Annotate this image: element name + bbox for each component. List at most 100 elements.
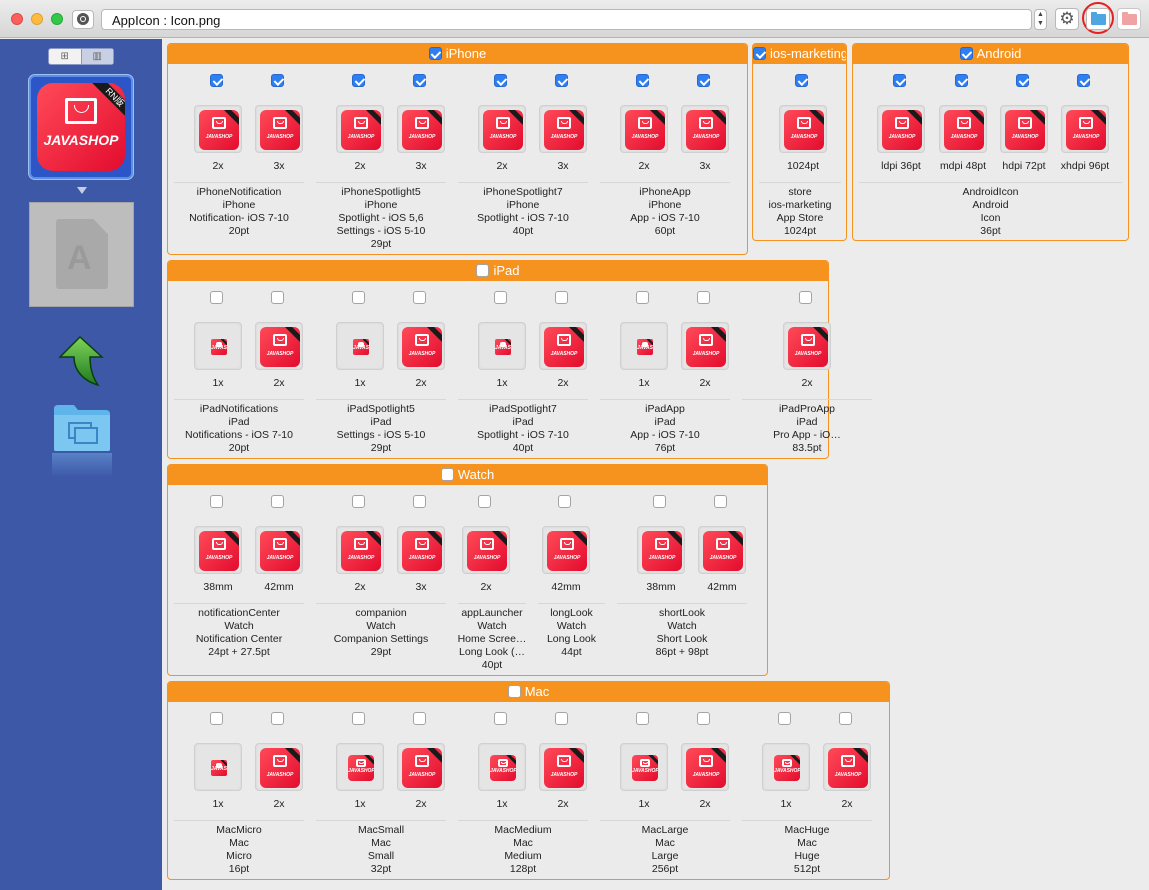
- slot-checkbox[interactable]: [413, 291, 426, 304]
- icon-slot[interactable]: JAVASHOP 2x: [334, 495, 386, 595]
- icon-thumbnail[interactable]: JAVASHOP: [698, 526, 746, 574]
- icon-thumbnail[interactable]: JAVASHOP: [939, 105, 987, 153]
- icon-thumbnail[interactable]: JAVASHOP: [194, 526, 242, 574]
- slot-checkbox[interactable]: [799, 291, 812, 304]
- icon-slot[interactable]: JAVASHOP 1x: [760, 712, 812, 812]
- icon-thumbnail[interactable]: JAVASHOP: [478, 322, 526, 370]
- slot-checkbox[interactable]: [494, 74, 507, 87]
- section-checkbox[interactable]: [440, 468, 454, 481]
- icon-slot[interactable]: JAVASHOP 2x: [781, 291, 833, 391]
- icon-slot[interactable]: JAVASHOP 3x: [253, 74, 305, 174]
- icon-slot[interactable]: JAVASHOP 2x: [821, 712, 873, 812]
- icon-slot[interactable]: JAVASHOP 2x: [679, 291, 731, 391]
- icon-thumbnail[interactable]: JAVASHOP: [336, 105, 384, 153]
- slot-checkbox[interactable]: [478, 495, 491, 508]
- icon-slot[interactable]: JAVASHOP 2x: [460, 495, 512, 595]
- icon-slot[interactable]: JAVASHOP 1024pt: [777, 74, 829, 174]
- secondary-folder-button[interactable]: [1117, 8, 1141, 30]
- icon-slot[interactable]: JAVASHOP 2x: [334, 74, 386, 174]
- slot-checkbox[interactable]: [271, 712, 284, 725]
- close-window-button[interactable]: [11, 13, 23, 25]
- icon-thumbnail[interactable]: JAVASHOP: [681, 322, 729, 370]
- slot-checkbox[interactable]: [555, 712, 568, 725]
- disclosure-triangle-icon[interactable]: [77, 187, 87, 194]
- icon-slot[interactable]: JAVASHOP 1x: [334, 712, 386, 812]
- slot-checkbox[interactable]: [271, 291, 284, 304]
- slot-checkbox[interactable]: [1016, 74, 1029, 87]
- icon-thumbnail[interactable]: JAVASHOP: [194, 322, 242, 370]
- slot-checkbox[interactable]: [352, 74, 365, 87]
- section-checkbox[interactable]: [507, 685, 521, 698]
- source-icon-well[interactable]: JAVASHOP RN版: [29, 75, 133, 179]
- icon-thumbnail[interactable]: JAVASHOP: [336, 743, 384, 791]
- slot-checkbox[interactable]: [955, 74, 968, 87]
- icon-slot[interactable]: JAVASHOP ldpi 36pt: [875, 74, 927, 174]
- drop-file-well[interactable]: [29, 202, 134, 307]
- slot-checkbox[interactable]: [636, 712, 649, 725]
- icon-slot[interactable]: JAVASHOP 1x: [192, 291, 244, 391]
- slot-checkbox[interactable]: [697, 712, 710, 725]
- icon-thumbnail[interactable]: JAVASHOP: [637, 526, 685, 574]
- icon-slot[interactable]: JAVASHOP 38mm: [635, 495, 687, 595]
- icon-thumbnail[interactable]: JAVASHOP: [779, 105, 827, 153]
- slot-checkbox[interactable]: [653, 495, 666, 508]
- icon-slot[interactable]: JAVASHOP 2x: [476, 74, 528, 174]
- icon-slot[interactable]: JAVASHOP xhdpi 96pt: [1059, 74, 1111, 174]
- slot-checkbox[interactable]: [778, 712, 791, 725]
- icon-thumbnail[interactable]: JAVASHOP: [542, 526, 590, 574]
- slot-checkbox[interactable]: [352, 495, 365, 508]
- icon-slot[interactable]: JAVASHOP mdpi 48pt: [937, 74, 989, 174]
- minimize-window-button[interactable]: [31, 13, 43, 25]
- icon-slot[interactable]: JAVASHOP 1x: [476, 291, 528, 391]
- slot-checkbox[interactable]: [636, 291, 649, 304]
- icon-slot[interactable]: JAVASHOP 2x: [192, 74, 244, 174]
- section-checkbox[interactable]: [753, 47, 766, 60]
- export-arrow-icon[interactable]: [58, 335, 104, 387]
- icon-slot[interactable]: JAVASHOP 3x: [395, 74, 447, 174]
- slot-checkbox[interactable]: [210, 74, 223, 87]
- icon-thumbnail[interactable]: JAVASHOP: [877, 105, 925, 153]
- view-mode-switch[interactable]: ⊞ ▥: [48, 48, 114, 65]
- icon-thumbnail[interactable]: JAVASHOP: [620, 743, 668, 791]
- icon-thumbnail[interactable]: JAVASHOP: [478, 743, 526, 791]
- icon-thumbnail[interactable]: JAVASHOP: [539, 322, 587, 370]
- icon-thumbnail[interactable]: JAVASHOP: [1061, 105, 1109, 153]
- icon-thumbnail[interactable]: JAVASHOP: [194, 105, 242, 153]
- icon-slot[interactable]: JAVASHOP 2x: [679, 712, 731, 812]
- icon-slot[interactable]: JAVASHOP 2x: [395, 712, 447, 812]
- slot-checkbox[interactable]: [494, 291, 507, 304]
- path-field[interactable]: AppIcon : Icon.png: [101, 9, 1032, 30]
- icon-thumbnail[interactable]: JAVASHOP: [539, 105, 587, 153]
- slot-checkbox[interactable]: [413, 495, 426, 508]
- icon-slot[interactable]: JAVASHOP 2x: [618, 74, 670, 174]
- icon-slot[interactable]: JAVASHOP 42mm: [696, 495, 748, 595]
- icon-slot[interactable]: JAVASHOP 3x: [395, 495, 447, 595]
- icon-thumbnail[interactable]: JAVASHOP: [194, 743, 242, 791]
- icon-slot[interactable]: JAVASHOP 42mm: [253, 495, 305, 595]
- icon-slot[interactable]: JAVASHOP 1x: [618, 291, 670, 391]
- icon-thumbnail[interactable]: JAVASHOP: [681, 105, 729, 153]
- output-folder-icon[interactable]: [52, 403, 112, 453]
- icon-thumbnail[interactable]: JAVASHOP: [620, 105, 668, 153]
- grid-view-icon[interactable]: ⊞: [49, 49, 81, 64]
- slot-checkbox[interactable]: [714, 495, 727, 508]
- icon-thumbnail[interactable]: JAVASHOP: [823, 743, 871, 791]
- slot-checkbox[interactable]: [271, 495, 284, 508]
- icon-thumbnail[interactable]: JAVASHOP: [255, 322, 303, 370]
- icon-thumbnail[interactable]: JAVASHOP: [1000, 105, 1048, 153]
- slot-checkbox[interactable]: [697, 291, 710, 304]
- slot-checkbox[interactable]: [1077, 74, 1090, 87]
- icon-slot[interactable]: JAVASHOP 1x: [476, 712, 528, 812]
- slot-checkbox[interactable]: [636, 74, 649, 87]
- slot-checkbox[interactable]: [697, 74, 710, 87]
- settings-button[interactable]: ⚙: [1055, 8, 1079, 30]
- open-folder-button[interactable]: [1086, 8, 1110, 30]
- icon-thumbnail[interactable]: JAVASHOP: [462, 526, 510, 574]
- slot-checkbox[interactable]: [271, 74, 284, 87]
- slot-checkbox[interactable]: [795, 74, 808, 87]
- icon-thumbnail[interactable]: JAVASHOP: [336, 322, 384, 370]
- icon-slot[interactable]: JAVASHOP 2x: [537, 291, 589, 391]
- slot-checkbox[interactable]: [413, 74, 426, 87]
- slot-checkbox[interactable]: [555, 291, 568, 304]
- icon-slot[interactable]: JAVASHOP 2x: [537, 712, 589, 812]
